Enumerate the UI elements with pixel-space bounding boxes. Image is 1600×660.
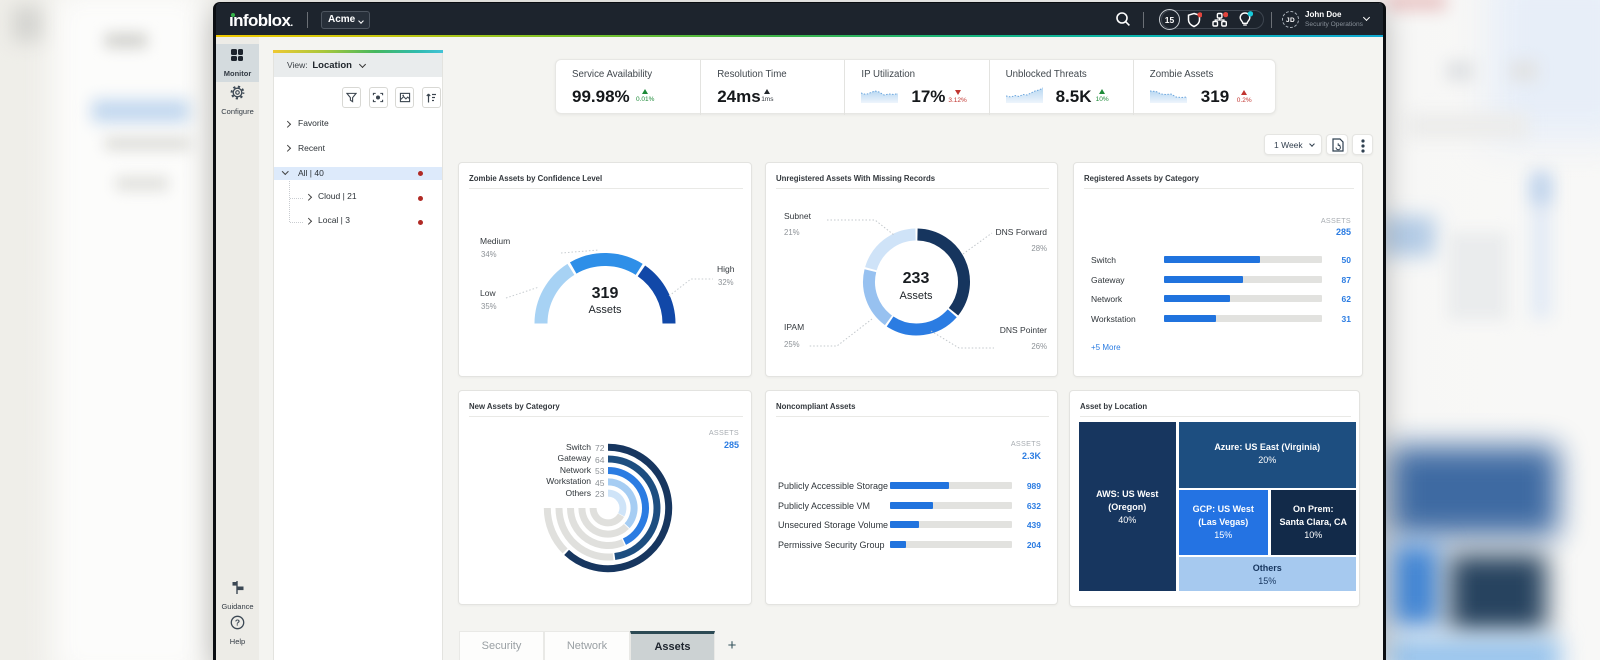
- svg-text:?: ?: [235, 618, 240, 628]
